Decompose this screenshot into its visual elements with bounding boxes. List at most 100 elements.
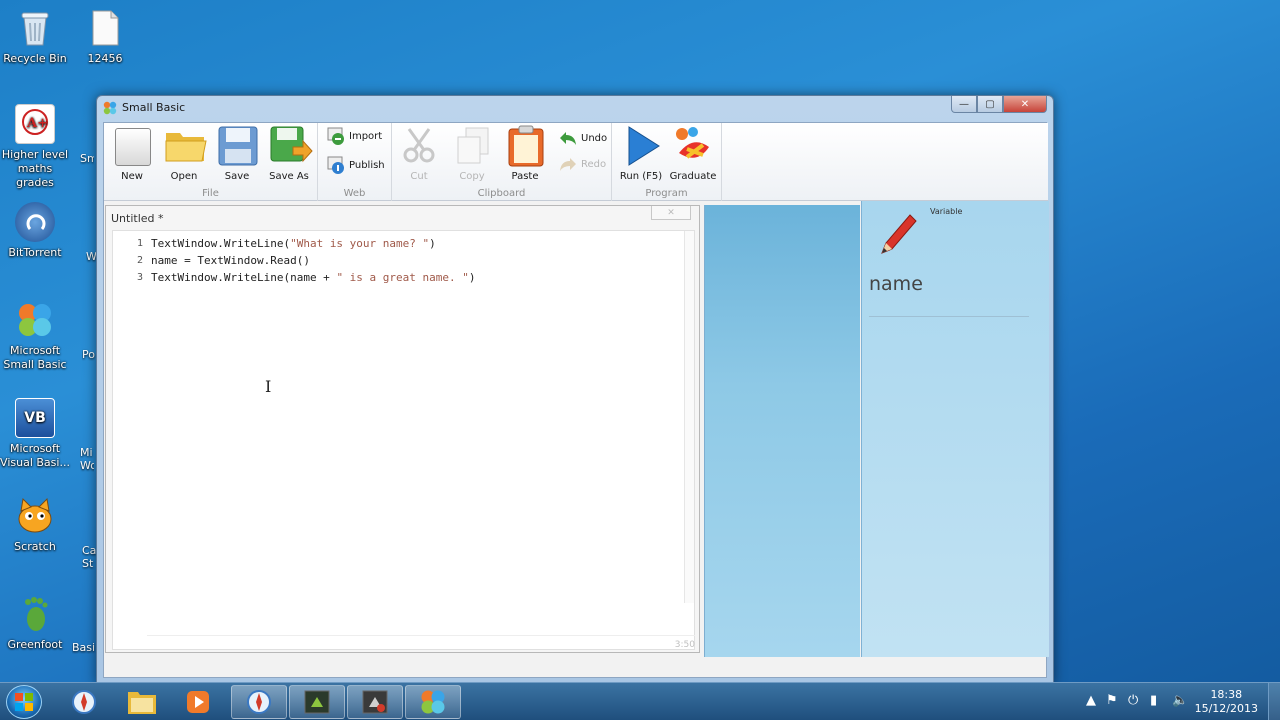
small-basic-window: Small Basic — ▢ ✕ New Open Save Save As … — [96, 95, 1054, 685]
folder-icon — [164, 125, 207, 167]
higher-level-maths-grades-shortcut[interactable]: A+ Higher level maths grades — [0, 104, 70, 190]
undo-label: Undo — [581, 132, 608, 144]
code-line: name = TextWindow.Read() — [151, 252, 310, 269]
floppy-disk-icon — [217, 125, 258, 167]
publish-button[interactable]: Publish — [326, 154, 385, 176]
taskbar-media-player[interactable] — [170, 685, 226, 719]
taskbar-internet-explorer[interactable] — [56, 685, 112, 719]
clock-date: 15/12/2013 — [1194, 702, 1258, 715]
show-desktop-button[interactable] — [1268, 683, 1280, 720]
code-token: ) — [429, 237, 436, 250]
recycle-bin-icon — [15, 8, 55, 48]
show-hidden-icons-icon[interactable]: ▲ — [1086, 693, 1096, 708]
title-bar[interactable]: Small Basic — ▢ ✕ — [97, 96, 1053, 120]
partially-hidden-icon-label: Basi — [72, 641, 96, 654]
run-play-icon — [621, 125, 661, 167]
horizontal-scrollbar[interactable] — [147, 635, 695, 649]
variable-name: name — [869, 273, 923, 295]
desktop-icon-label: 12456 — [87, 52, 123, 65]
import-icon — [327, 127, 344, 145]
code-line: TextWindow.WriteLine(name + " is a great… — [151, 269, 476, 286]
open-label: Open — [170, 171, 198, 182]
bittorrent-shortcut[interactable]: BitTorrent — [0, 202, 70, 260]
code-token: ) — [468, 271, 476, 284]
greenfoot-shortcut[interactable]: Greenfoot — [0, 594, 70, 652]
taskbar-app-window-2[interactable] — [347, 685, 403, 719]
code-text-area[interactable]: 1 TextWindow.WriteLine("What is your nam… — [112, 230, 695, 650]
action-center-flag-icon[interactable]: ⚑ — [1106, 693, 1118, 708]
save-button[interactable]: Save — [212, 125, 262, 182]
partially-hidden-icon-label: Sm — [80, 152, 94, 165]
network-signal-icon[interactable]: ▮ — [1150, 693, 1157, 708]
redo-button[interactable]: Redo — [558, 153, 606, 175]
vertical-scrollbar[interactable] — [684, 231, 694, 603]
workspace-background — [704, 205, 860, 657]
graduate-button[interactable]: Graduate — [668, 125, 718, 182]
desktop-icon-label: Scratch — [14, 540, 56, 553]
scratch-cat-icon — [15, 496, 55, 536]
new-label: New — [121, 171, 143, 182]
string-literal: " is a great name. " — [336, 271, 469, 284]
application-icon — [362, 690, 388, 714]
close-document-button[interactable]: ✕ — [651, 206, 691, 220]
save-as-button[interactable]: Save As — [264, 125, 314, 182]
clock[interactable]: 18:38 15/12/2013 — [1195, 688, 1258, 716]
cut-label: Cut — [410, 171, 428, 182]
small-basic-shortcut[interactable]: Microsoft Small Basic — [0, 300, 70, 372]
variable-kind-label: Variable — [930, 207, 963, 216]
compass-browser-icon — [72, 690, 96, 714]
file-group-label: File — [202, 188, 219, 199]
import-button[interactable]: Import — [326, 125, 382, 147]
desktop-icon-label: BitTorrent — [8, 246, 62, 259]
desktop-icon-label: Microsoft Visual Basi... — [0, 442, 70, 469]
variable-info-panel: Variable name — [861, 201, 1049, 657]
taskbar-browser-window[interactable] — [231, 685, 287, 719]
new-button[interactable]: New — [107, 125, 157, 182]
power-plug-icon[interactable]: ⏻ — [1128, 693, 1138, 708]
maximize-button[interactable]: ▢ — [977, 96, 1003, 113]
copy-icon — [452, 125, 492, 167]
taskbar-app-window-1[interactable] — [289, 685, 345, 719]
save-as-icon — [269, 125, 313, 167]
recycle-bin-shortcut[interactable]: Recycle Bin — [0, 8, 70, 66]
cut-button[interactable]: Cut — [394, 125, 444, 182]
line-number: 3 — [136, 272, 143, 283]
scratch-shortcut[interactable]: Scratch — [0, 496, 70, 554]
copy-label: Copy — [459, 171, 485, 182]
taskbar-small-basic[interactable] — [405, 685, 461, 719]
start-button[interactable] — [6, 685, 42, 719]
program-group: Run (F5) Graduate Program — [612, 123, 722, 201]
open-button[interactable]: Open — [159, 125, 209, 182]
scissors-icon — [399, 125, 439, 167]
run-button[interactable]: Run (F5) — [616, 125, 666, 182]
windows-logo-icon — [15, 693, 33, 711]
taskbar-file-explorer[interactable] — [114, 685, 170, 719]
code-token: TextWindow.WriteLine(name + — [151, 271, 337, 284]
minimize-button[interactable]: — — [951, 96, 977, 113]
svg-text:A+: A+ — [26, 116, 48, 131]
new-document-icon — [112, 125, 152, 167]
visual-basic-icon: VB — [15, 398, 55, 438]
line-number: 1 — [136, 238, 143, 249]
cursor-position: 3:50 — [674, 640, 695, 650]
desktop-icon-label: Microsoft Small Basic — [3, 344, 67, 371]
publish-icon — [327, 156, 344, 174]
string-literal: "What is your name? " — [290, 237, 430, 250]
code-token: TextWindow.WriteLine( — [151, 237, 291, 250]
desktop-icon-label: Recycle Bin — [3, 52, 67, 65]
file-12456-shortcut[interactable]: 12456 — [70, 8, 140, 66]
paste-button[interactable]: Paste — [500, 125, 550, 182]
copy-button[interactable]: Copy — [447, 125, 497, 182]
volume-speaker-icon[interactable]: 🔈 — [1172, 693, 1188, 708]
system-tray: ▲ ⚑ ⏻ ▮ 🔈 18:38 15/12/2013 — [1080, 683, 1280, 720]
run-label: Run (F5) — [619, 171, 663, 182]
partially-hidden-icon-label: Mi Wo — [80, 446, 94, 472]
compass-browser-icon — [247, 690, 271, 714]
application-icon — [304, 690, 330, 714]
close-button[interactable]: ✕ — [1003, 96, 1047, 113]
visual-basic-shortcut[interactable]: VB Microsoft Visual Basi... — [0, 398, 70, 470]
window-title: Small Basic — [122, 101, 186, 114]
clock-time: 18:38 — [1210, 688, 1243, 701]
clipboard-icon — [505, 125, 545, 167]
undo-button[interactable]: Undo — [558, 127, 607, 149]
